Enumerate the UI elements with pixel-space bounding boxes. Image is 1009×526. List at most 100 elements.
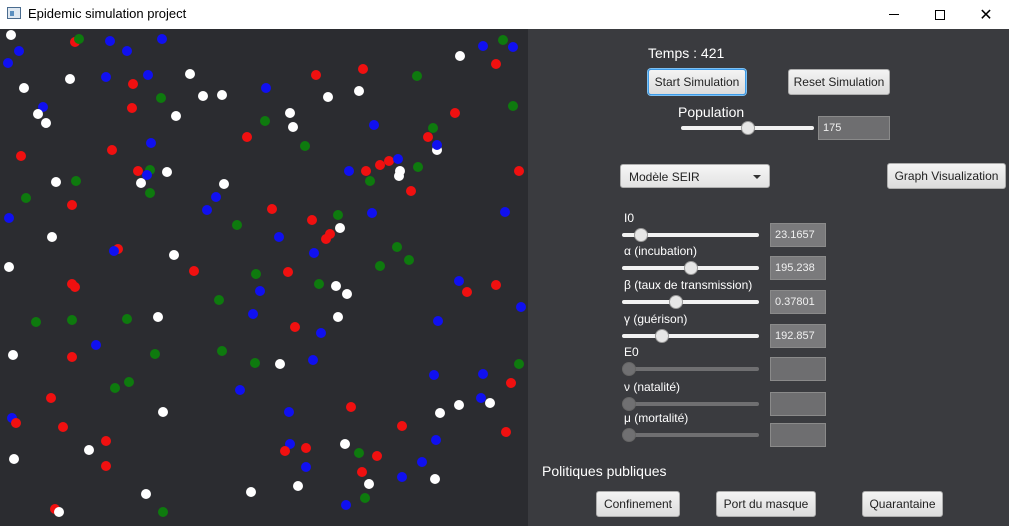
individual-white [136, 178, 146, 188]
population-field[interactable]: 175 [818, 116, 890, 140]
individual-white [364, 479, 374, 489]
individual-red [101, 436, 111, 446]
individual-red [280, 446, 290, 456]
population-label: Population [678, 104, 745, 120]
population-slider[interactable] [681, 120, 814, 136]
param-slider-thumb [622, 362, 636, 376]
quarantine-button[interactable]: Quarantaine [862, 491, 943, 517]
individual-green [428, 123, 438, 133]
mask-button[interactable]: Port du masque [716, 491, 816, 517]
model-select-value: Modèle SEIR [629, 170, 700, 184]
individual-red [70, 282, 80, 292]
param-slider[interactable] [622, 328, 759, 344]
individual-red [107, 145, 117, 155]
param-value-field[interactable] [770, 423, 826, 447]
param-slider[interactable] [622, 294, 759, 310]
individual-blue [284, 407, 294, 417]
individual-white [8, 350, 18, 360]
maximize-button[interactable] [917, 0, 963, 29]
param-slider-thumb[interactable] [634, 228, 648, 242]
reset-simulation-button[interactable]: Reset Simulation [788, 69, 890, 95]
population-slider-thumb[interactable] [741, 121, 755, 135]
individual-red [358, 64, 368, 74]
individual-green [360, 493, 370, 503]
individual-blue [122, 46, 132, 56]
individual-white [455, 51, 465, 61]
individual-white [219, 179, 229, 189]
individual-white [333, 312, 343, 322]
individual-red [127, 103, 137, 113]
individual-blue [261, 83, 271, 93]
param-slider-thumb[interactable] [684, 261, 698, 275]
minimize-icon [889, 14, 899, 15]
individual-white [394, 171, 404, 181]
individual-green [150, 349, 160, 359]
individual-white [293, 481, 303, 491]
param-label: I0 [624, 211, 635, 225]
param-slider-track [622, 300, 759, 304]
individual-white [158, 407, 168, 417]
individual-blue [369, 120, 379, 130]
param-slider-thumb[interactable] [655, 329, 669, 343]
individual-green [110, 383, 120, 393]
individual-red [397, 421, 407, 431]
individual-red [283, 267, 293, 277]
param-slider[interactable] [622, 227, 759, 243]
param-slider[interactable] [622, 260, 759, 276]
individual-white [51, 177, 61, 187]
param-value-field[interactable]: 0.37801 [770, 290, 826, 314]
individual-blue [432, 140, 442, 150]
graph-visualization-button[interactable]: Graph Visualization [887, 163, 1006, 189]
individual-white [153, 312, 163, 322]
individual-white [454, 400, 464, 410]
individual-white [246, 487, 256, 497]
individual-green [67, 315, 77, 325]
window-title: Epidemic simulation project [28, 6, 187, 21]
param-slider-track [622, 433, 759, 437]
individual-green [156, 93, 166, 103]
chevron-down-icon [753, 175, 761, 179]
param-slider-track [622, 334, 759, 338]
param-value-field[interactable]: 23.1657 [770, 223, 826, 247]
individual-green [31, 317, 41, 327]
individual-green [365, 176, 375, 186]
individual-white [275, 359, 285, 369]
individual-red [423, 132, 433, 142]
individual-blue [508, 42, 518, 52]
individual-blue [274, 232, 284, 242]
individual-blue [308, 355, 318, 365]
individual-blue [417, 457, 427, 467]
individual-blue [146, 138, 156, 148]
individual-white [54, 507, 64, 517]
param-value-field[interactable] [770, 392, 826, 416]
individual-green [354, 448, 364, 458]
individual-white [354, 86, 364, 96]
param-value-field[interactable] [770, 357, 826, 381]
individual-white [185, 69, 195, 79]
individual-white [65, 74, 75, 84]
param-slider-thumb[interactable] [669, 295, 683, 309]
individual-red [290, 322, 300, 332]
close-button[interactable]: ✕ [963, 0, 1009, 29]
individual-red [46, 393, 56, 403]
param-value-field[interactable]: 192.857 [770, 324, 826, 348]
individual-blue [142, 170, 152, 180]
individual-red [321, 234, 331, 244]
individual-red [406, 186, 416, 196]
individual-red [491, 280, 501, 290]
param-value-field[interactable]: 195.238 [770, 256, 826, 280]
individual-green [508, 101, 518, 111]
minimize-button[interactable] [871, 0, 917, 29]
individual-red [384, 156, 394, 166]
individual-red [375, 160, 385, 170]
individual-blue [109, 246, 119, 256]
individual-blue [255, 286, 265, 296]
start-simulation-button[interactable]: Start Simulation [648, 69, 746, 95]
individual-red [462, 287, 472, 297]
confinement-button[interactable]: Confinement [596, 491, 680, 517]
model-select[interactable]: Modèle SEIR [620, 164, 770, 188]
app-icon [7, 7, 21, 19]
individual-white [171, 111, 181, 121]
individual-green [71, 176, 81, 186]
individual-green [74, 34, 84, 44]
